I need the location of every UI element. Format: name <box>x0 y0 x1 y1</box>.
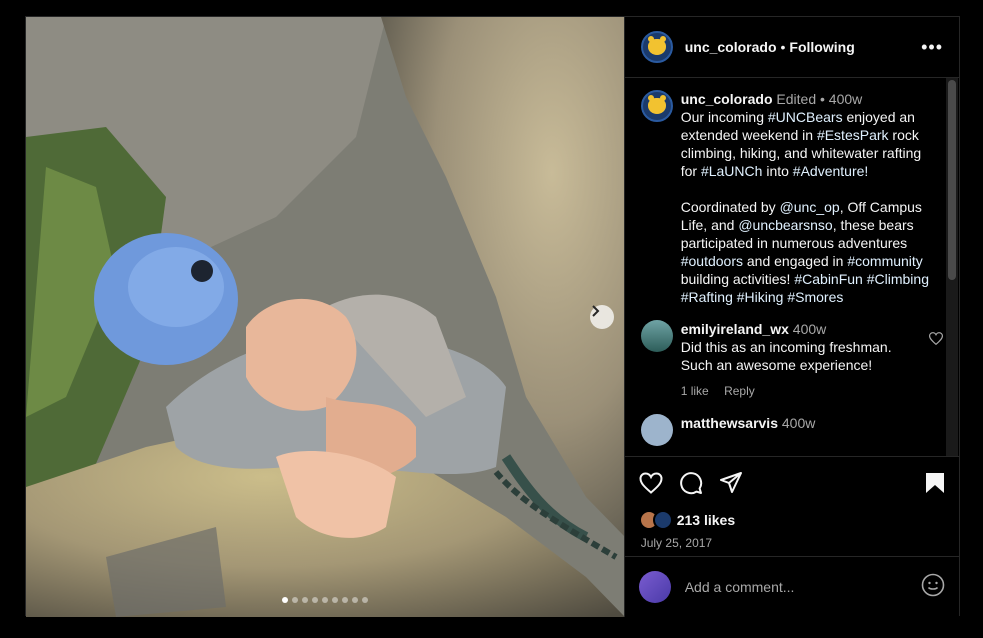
bookmark-icon <box>926 473 944 493</box>
carousel-dot <box>361 597 368 603</box>
caption: unc_colorado Edited • 400w Our incoming … <box>640 90 943 306</box>
share-button[interactable] <box>719 472 743 499</box>
caption-text: Our incoming <box>680 109 768 125</box>
hashtag-link[interactable]: #community <box>847 253 922 269</box>
like-button[interactable] <box>639 472 663 499</box>
header-separator: • <box>780 39 786 55</box>
hashtag-link[interactable]: #Adventure! <box>793 163 869 179</box>
carousel-dot <box>301 597 308 603</box>
commenter-avatar[interactable] <box>640 320 673 352</box>
caption-text: Coordinated by <box>680 199 780 215</box>
post-photo[interactable] <box>26 17 624 617</box>
comment-age: 400w <box>781 415 816 431</box>
carousel-dot <box>351 597 358 603</box>
mention-link[interactable]: @unc_op <box>780 199 840 215</box>
carousel-dot <box>311 597 318 603</box>
post-sidebar: unc_colorado • Following ••• unc_colorad… <box>623 17 959 617</box>
comment-text: Did this as an incoming freshman. Such a… <box>680 339 892 373</box>
scrollbar-thumb[interactable] <box>948 80 956 280</box>
comment-item: matthewsarvis 400w <box>640 414 943 446</box>
caption-age: 400w <box>828 91 863 107</box>
reply-button[interactable]: Reply <box>724 384 755 398</box>
caption-edited: Edited <box>776 91 817 107</box>
more-options-button[interactable]: ••• <box>921 37 943 58</box>
caption-username[interactable]: unc_colorado <box>681 91 773 107</box>
share-icon <box>719 472 742 493</box>
caption-avatar[interactable] <box>640 90 673 122</box>
emoji-button[interactable] <box>921 573 945 602</box>
hashtag-link[interactable]: #Climbing <box>867 271 929 287</box>
comment-body: matthewsarvis 400w <box>681 414 933 446</box>
hashtag-link[interactable]: #Hiking <box>737 289 784 305</box>
carousel-dot <box>281 597 288 603</box>
caption-text: into <box>762 163 793 179</box>
hashtag-link[interactable]: #Rafting <box>681 289 733 305</box>
commenter-avatar[interactable] <box>640 414 673 446</box>
carousel-dot <box>331 597 338 603</box>
follow-status-button[interactable]: Following <box>789 39 854 55</box>
hashtag-link[interactable]: #LaUNCh <box>701 163 762 179</box>
hashtag-link[interactable]: #CabinFun <box>794 271 863 287</box>
comment-button[interactable] <box>679 471 703 500</box>
carousel-dot <box>321 597 328 603</box>
carousel-dot <box>341 597 348 603</box>
commenter-username[interactable]: emilyireland_wx <box>681 321 789 337</box>
commenter-username[interactable]: matthewsarvis <box>681 415 778 431</box>
caption-text: and engaged in <box>743 253 848 269</box>
chevron-right-icon <box>592 305 600 317</box>
comments-scroll-area[interactable]: unc_colorado Edited • 400w Our incoming … <box>625 78 959 456</box>
post-header: unc_colorado • Following ••• <box>624 17 959 78</box>
comment-item: emilyireland_wx 400w Did this as an inco… <box>640 320 944 400</box>
save-button[interactable] <box>925 472 945 499</box>
mention-link[interactable]: @uncbearsnso <box>738 217 832 233</box>
hashtag-link[interactable]: #outdoors <box>681 253 743 269</box>
current-user-avatar <box>638 571 671 603</box>
likes-count[interactable]: 213 likes <box>677 512 735 528</box>
hashtag-link[interactable]: #UNCBears <box>768 109 843 125</box>
post-actions: 213 likes July 25, 2017 <box>624 456 959 556</box>
heart-icon <box>928 332 944 346</box>
comment-icon <box>679 472 702 495</box>
heart-icon <box>639 472 663 494</box>
comment-like-button[interactable] <box>928 320 944 400</box>
liker-avatar <box>652 510 673 530</box>
comment-likes[interactable]: 1 like <box>681 384 709 398</box>
carousel-dot <box>291 597 298 603</box>
add-comment-bar <box>624 556 959 617</box>
hashtag-link[interactable]: #EstesPark <box>817 127 889 143</box>
likes-summary[interactable]: 213 likes <box>638 510 945 530</box>
carousel-indicator <box>26 597 624 603</box>
caption-dot: • <box>820 91 825 107</box>
emoji-icon <box>921 573 945 596</box>
comment-input[interactable] <box>684 579 921 595</box>
author-username[interactable]: unc_colorado <box>685 39 777 55</box>
caption-text: building activities! <box>680 271 795 287</box>
author-avatar[interactable] <box>640 31 673 63</box>
comment-age: 400w <box>792 321 827 337</box>
post-date[interactable]: July 25, 2017 <box>639 536 945 550</box>
comment-body: emilyireland_wx 400w Did this as an inco… <box>681 320 911 400</box>
post-modal: unc_colorado • Following ••• unc_colorad… <box>25 16 960 617</box>
caption-body: unc_colorado Edited • 400w Our incoming … <box>681 90 933 306</box>
hashtag-link[interactable]: #Smores <box>787 289 843 305</box>
carousel-next-button[interactable] <box>590 305 614 329</box>
photo-illustration <box>26 17 624 617</box>
